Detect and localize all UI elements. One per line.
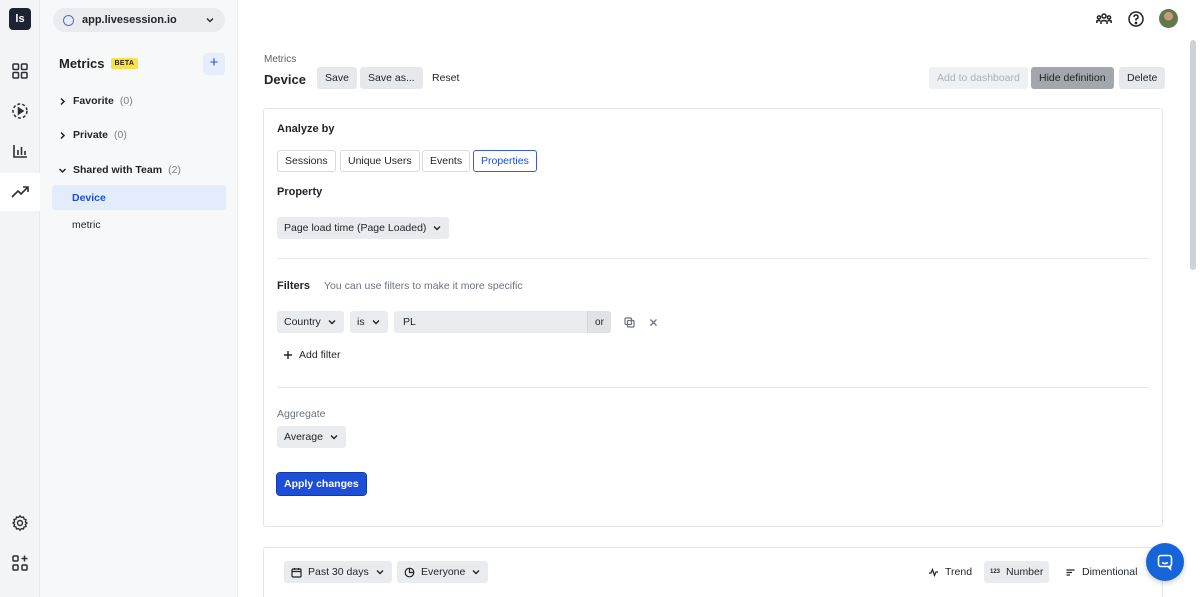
section-divider [277,387,1149,388]
reports-icon[interactable] [8,139,32,163]
app-logo[interactable]: ls [9,8,31,30]
session-replay-icon[interactable] [8,99,32,123]
aggregate-label: Aggregate [277,408,326,420]
chevron-down-icon [471,567,481,577]
chevron-down-icon [375,567,385,577]
sidebar-header: Metrics BETA [59,56,139,71]
dashboard-icon[interactable] [8,59,32,83]
globe-icon [63,14,74,26]
beta-badge: BETA [110,58,139,69]
add-to-dashboard-button[interactable]: Add to dashboard [929,67,1028,89]
segment-pie-icon [404,567,415,578]
chevron-down-icon [205,15,215,25]
filters-hint: You can use filters to make it more spec… [324,280,523,292]
folder-favorite[interactable]: Favorite (0) [58,95,133,107]
reset-button[interactable]: Reset [424,67,467,89]
results-toolbar: Past 30 days Everyone Trend 123 Number D… [263,547,1163,597]
add-filter-label: Add filter [299,349,341,361]
add-filter-button[interactable]: Add filter [283,349,340,361]
view-tab-label: Number [1006,566,1044,578]
user-avatar[interactable] [1159,9,1178,28]
team-icon[interactable] [1095,10,1113,28]
page-title: Device [264,72,306,87]
save-as-button[interactable]: Save as... [360,67,423,89]
property-select[interactable]: Page load time (Page Loaded) [277,217,450,239]
integrations-icon[interactable] [8,551,32,575]
chevron-right-icon [58,97,67,106]
icon-rail: ls [0,0,40,597]
tab-sessions[interactable]: Sessions [277,150,336,172]
view-tab-label: Trend [945,566,973,578]
view-tab-trend[interactable]: Trend [922,561,978,583]
view-tab-label: Dimentional [1082,566,1138,578]
metrics-sidebar: app.livesession.io Metrics BETA + Favori… [40,0,238,597]
workspace-selector[interactable]: app.livesession.io [53,8,225,32]
segment-value: Everyone [421,566,466,578]
chevron-down-icon [329,432,339,442]
top-toolbar [1095,9,1178,28]
help-icon[interactable] [1127,10,1145,28]
analyze-by-label: Analyze by [277,123,335,135]
save-button[interactable]: Save [317,67,357,89]
chevron-down-icon [327,317,337,327]
aggregate-value: Average [284,431,323,443]
chevron-down-icon [58,166,67,175]
filter-operator-value: is [357,316,365,328]
metrics-trend-icon[interactable] [0,173,40,211]
metric-definition-panel: Analyze by Sessions Unique Users Events … [263,108,1163,527]
segment-select[interactable]: Everyone [397,561,489,583]
number-123-icon: 123 [990,569,1001,575]
property-label: Property [277,186,323,198]
sidebar-item-metric[interactable]: metric [52,212,226,237]
folder-count: (2) [168,164,181,176]
breadcrumb[interactable]: Metrics [264,54,296,65]
sidebar-title: Metrics [59,56,105,71]
filter-operator-select[interactable]: is [350,311,388,333]
folder-shared-with-team[interactable]: Shared with Team (2) [58,164,181,176]
tab-unique-users[interactable]: Unique Users [340,150,420,172]
workspace-domain: app.livesession.io [82,14,177,26]
date-range-value: Past 30 days [308,566,369,578]
folder-label: Shared with Team [73,164,163,176]
filter-field-select[interactable]: Country [277,311,344,333]
tab-properties[interactable]: Properties [473,150,537,172]
chevron-down-icon [371,317,381,327]
filter-or-button[interactable]: or [587,311,611,333]
property-value: Page load time (Page Loaded) [284,222,427,234]
chat-icon [1156,553,1174,571]
folder-private[interactable]: Private (0) [58,129,127,141]
settings-gear-icon[interactable] [8,511,32,535]
aggregate-select[interactable]: Average [277,426,346,448]
view-tab-number[interactable]: 123 Number [984,561,1050,583]
sidebar-item-device[interactable]: Device [52,185,226,210]
delete-button[interactable]: Delete [1119,67,1166,89]
list-lines-icon [1065,567,1076,578]
folder-label: Favorite [73,95,114,107]
page-scrollbar[interactable] [1190,40,1196,270]
remove-filter-icon[interactable] [646,315,660,329]
filter-field-value: Country [284,316,321,328]
filter-value-input[interactable]: PL [394,311,587,333]
chat-widget-button[interactable] [1146,543,1184,581]
hide-definition-button[interactable]: Hide definition [1031,67,1114,89]
folder-label: Private [73,129,109,141]
duplicate-filter-icon[interactable] [622,315,636,329]
folder-count: (0) [119,95,133,107]
folder-count: (0) [114,129,127,141]
tab-events[interactable]: Events [422,150,471,172]
filters-label: Filters [277,280,311,292]
add-metric-button[interactable]: + [203,53,225,75]
plus-icon [283,350,293,360]
apply-changes-button[interactable]: Apply changes [276,472,367,496]
chevron-down-icon [432,223,442,233]
section-divider [277,258,1149,259]
date-range-select[interactable]: Past 30 days [284,561,392,583]
chevron-right-icon [58,131,67,140]
trend-line-icon [928,567,939,578]
view-tab-dimentional[interactable]: Dimentional [1059,561,1143,583]
calendar-icon [291,567,302,578]
